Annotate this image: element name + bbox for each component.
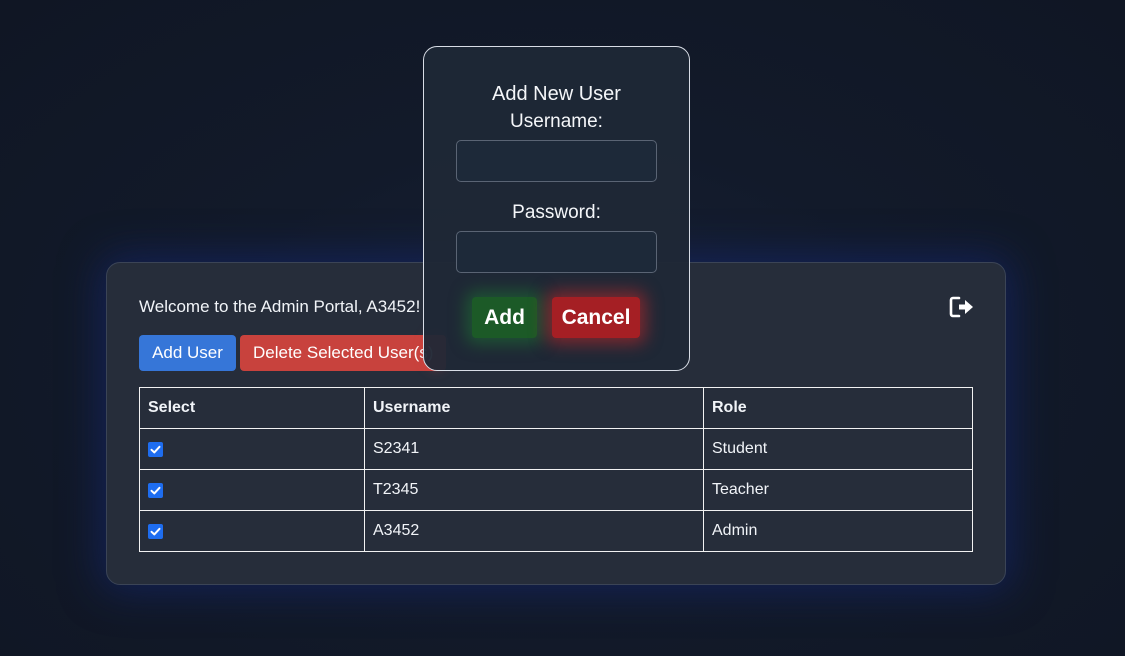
password-label: Password: — [512, 202, 601, 223]
password-input[interactable] — [456, 231, 657, 273]
logout-icon[interactable] — [949, 295, 975, 319]
row-checkbox[interactable] — [148, 524, 163, 540]
username-cell: S2341 — [364, 428, 704, 470]
role-cell: Student — [703, 428, 973, 470]
users-table: Select Username Role S2341 Student T2345… — [139, 387, 973, 552]
row-checkbox[interactable] — [148, 483, 163, 499]
table-row: T2345 Teacher — [139, 469, 973, 511]
row-checkbox[interactable] — [148, 442, 163, 458]
select-cell — [139, 469, 365, 511]
column-header-username: Username — [364, 387, 704, 429]
username-label: Username: — [510, 111, 603, 132]
table-row: S2341 Student — [139, 428, 973, 470]
delete-selected-users-button[interactable]: Delete Selected User(s) — [240, 335, 446, 371]
table-header-row: Select Username Role — [139, 387, 973, 429]
checkmark-icon — [150, 446, 161, 454]
modal-add-button[interactable]: Add — [472, 297, 537, 338]
username-input[interactable] — [456, 140, 657, 182]
modal-cancel-button[interactable]: Cancel — [552, 297, 640, 338]
welcome-text: Welcome to the Admin Portal, A3452! — [139, 297, 421, 316]
add-user-button[interactable]: Add User — [139, 335, 236, 371]
checkmark-icon — [150, 487, 161, 495]
select-cell — [139, 428, 365, 470]
toolbar: Add User Delete Selected User(s) — [139, 335, 446, 371]
column-header-role: Role — [703, 387, 973, 429]
select-cell — [139, 510, 365, 552]
username-cell: A3452 — [364, 510, 704, 552]
role-cell: Teacher — [703, 469, 973, 511]
column-header-select: Select — [139, 387, 365, 429]
role-cell: Admin — [703, 510, 973, 552]
table-row: A3452 Admin — [139, 510, 973, 552]
add-user-modal: Add New User Username: Password: Add Can… — [423, 46, 690, 371]
modal-title: Add New User — [492, 83, 621, 105]
checkmark-icon — [150, 528, 161, 536]
username-cell: T2345 — [364, 469, 704, 511]
